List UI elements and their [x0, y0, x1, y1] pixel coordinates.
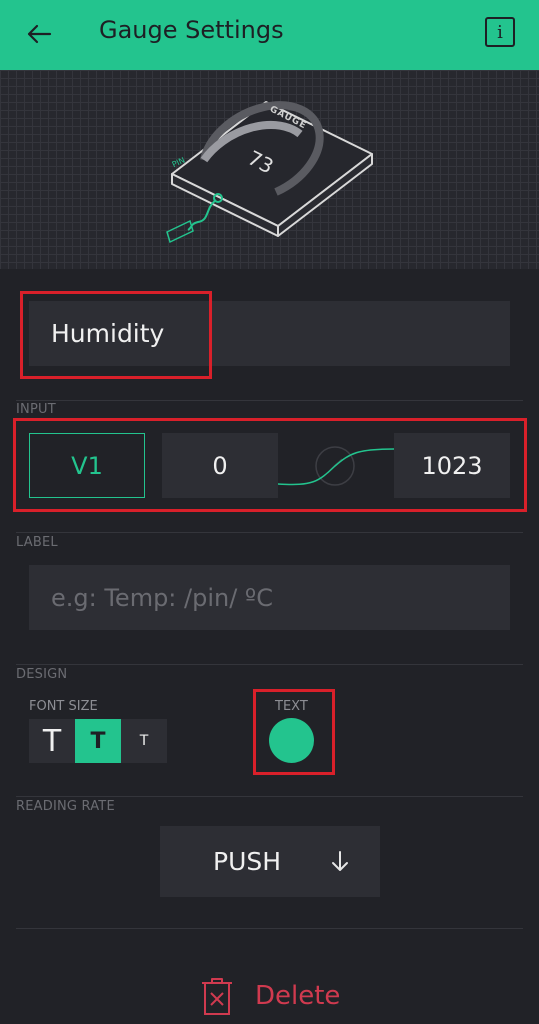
divider — [16, 796, 523, 797]
arrow-down-icon — [332, 851, 348, 871]
divider — [16, 664, 523, 665]
info-button[interactable]: i — [485, 17, 515, 47]
widget-name-input[interactable]: Humidity — [29, 301, 510, 366]
text-color-picker[interactable] — [269, 718, 314, 763]
divider — [16, 532, 523, 533]
reading-rate-value: PUSH — [213, 847, 282, 876]
reading-rate-dropdown[interactable]: PUSH — [160, 826, 380, 897]
page-title: Gauge Settings — [99, 16, 284, 44]
pin-selector-button[interactable]: V1 — [29, 433, 145, 498]
arrow-left-icon — [27, 24, 52, 44]
max-value-input[interactable]: 1023 — [394, 433, 510, 498]
back-button[interactable] — [22, 17, 56, 51]
text-color-label: TEXT — [275, 699, 308, 714]
design-section-label: DESIGN — [16, 667, 68, 682]
min-value-input[interactable]: 0 — [162, 433, 278, 498]
reading-rate-section-label: READING RATE — [16, 799, 115, 814]
label-input[interactable]: e.g: Temp: /pin/ ºC — [29, 565, 510, 630]
delete-label: Delete — [255, 981, 341, 1011]
range-mapping-curve — [277, 433, 395, 498]
delete-button[interactable]: Delete — [199, 974, 340, 1018]
divider — [16, 928, 523, 929]
input-section-label: INPUT — [16, 402, 56, 417]
font-size-large-button[interactable]: T — [29, 719, 75, 763]
font-size-medium-button[interactable]: T — [75, 719, 121, 763]
mapping-curve-icon — [277, 446, 395, 486]
font-size-small-button[interactable]: T — [121, 719, 167, 763]
app-header: Gauge Settings i — [0, 0, 539, 70]
label-section-label: LABEL — [16, 535, 58, 550]
trash-icon — [202, 978, 232, 1015]
font-size-label: FONT SIZE — [29, 699, 98, 714]
widget-preview: GAUGE 73 PIN — [0, 70, 539, 269]
divider — [16, 400, 523, 401]
